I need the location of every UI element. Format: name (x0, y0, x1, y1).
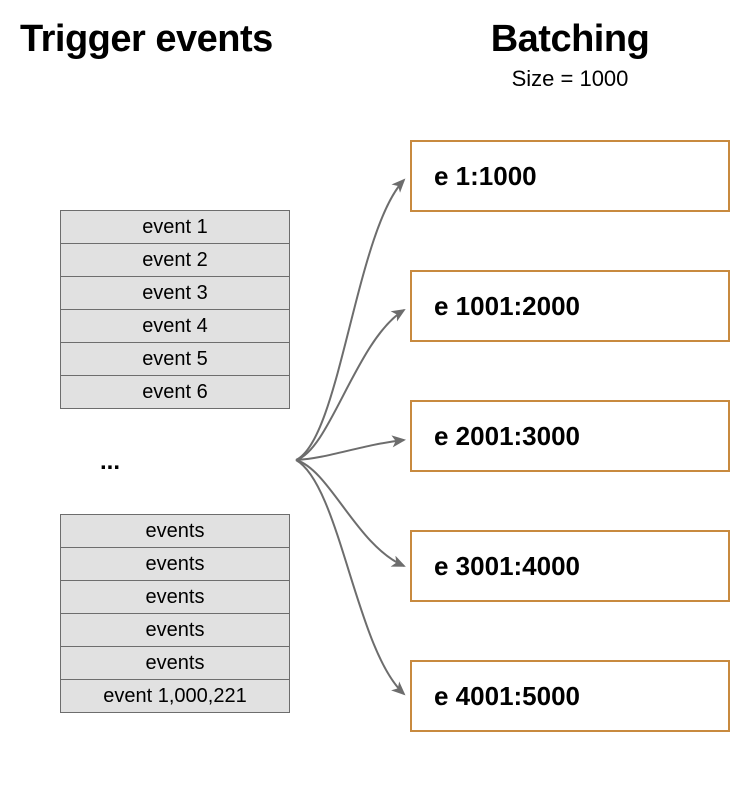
event-cell: events (60, 547, 290, 581)
arrow-icon (296, 440, 404, 460)
event-cell: event 1 (60, 210, 290, 244)
batch-box: e 4001:5000 (410, 660, 730, 732)
event-cell: event 5 (60, 342, 290, 376)
batch-box: e 1001:2000 (410, 270, 730, 342)
batch-box: e 1:1000 (410, 140, 730, 212)
event-stack-bottom: events events events events events event… (60, 514, 290, 713)
arrow-icon (296, 460, 404, 566)
arrow-icon (296, 310, 404, 460)
event-cell: event 1,000,221 (60, 679, 290, 713)
event-cell: events (60, 580, 290, 614)
ellipsis-label: ... (100, 448, 120, 476)
event-cell: event 2 (60, 243, 290, 277)
batch-size-label: Size = 1000 (420, 66, 720, 92)
event-cell: event 4 (60, 309, 290, 343)
batching-heading: Batching (420, 18, 720, 61)
event-cell: events (60, 646, 290, 680)
event-cell: event 3 (60, 276, 290, 310)
batch-box: e 2001:3000 (410, 400, 730, 472)
event-cell: event 6 (60, 375, 290, 409)
trigger-events-heading: Trigger events (20, 18, 273, 61)
diagram-canvas: Trigger events Batching Size = 1000 even… (0, 0, 752, 798)
arrow-icon (296, 180, 404, 460)
arrow-icon (296, 460, 404, 694)
event-cell: events (60, 514, 290, 548)
event-cell: events (60, 613, 290, 647)
event-stack-top: event 1 event 2 event 3 event 4 event 5 … (60, 210, 290, 409)
batch-box: e 3001:4000 (410, 530, 730, 602)
